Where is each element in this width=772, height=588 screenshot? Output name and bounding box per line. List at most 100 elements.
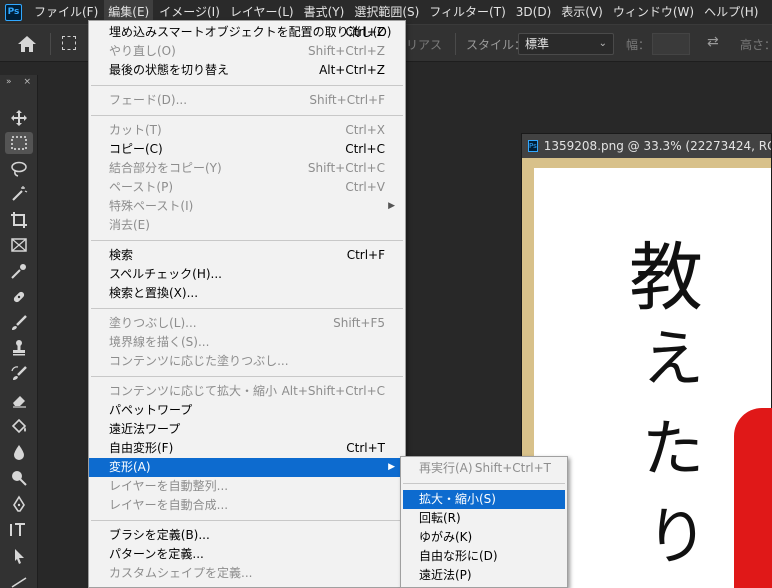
edit-menu-item[interactable]: 自由変形(F) Ctrl+T (89, 439, 405, 458)
edit-menu-item: 境界線を描く(S)... (89, 333, 405, 352)
move-tool-icon[interactable] (5, 107, 33, 129)
edit-menu-item[interactable]: 検索 Ctrl+F (89, 246, 405, 265)
menu-item-shortcut: Alt+Ctrl+Z (319, 63, 385, 77)
transform-menu-item[interactable]: 拡大・縮小(S) (403, 490, 565, 509)
eyedropper-tool-icon[interactable] (5, 260, 33, 282)
transform-menu-item[interactable]: 回転(R) (401, 509, 567, 528)
menu-separator (91, 85, 403, 86)
history-brush-tool-icon[interactable] (5, 363, 33, 385)
menu-item-label: 自由な形に(D) (419, 549, 498, 563)
document-tab[interactable]: Ps 1359208.png @ 33.3% (22273424, RGB/8)… (522, 134, 771, 158)
close-icon[interactable]: × (23, 75, 31, 89)
menu-item-label: スペルチェック(H)... (109, 267, 222, 281)
photoshop-logo: Ps (5, 3, 22, 21)
submenu-arrow-icon: ▶ (388, 462, 395, 472)
clone-stamp-tool-icon[interactable] (5, 337, 33, 359)
frame-tool-icon[interactable] (5, 234, 33, 256)
edit-menu-item: コンテンツに応じた塗りつぶし... (89, 352, 405, 371)
path-selection-tool-icon[interactable] (5, 545, 33, 567)
edit-menu-item[interactable]: スペルチェック(H)... (89, 265, 405, 284)
menu-10[interactable]: ウィンドウ(W) (609, 0, 698, 24)
style-select-value: 標準 (525, 37, 550, 51)
transform-menu-item[interactable]: 遠近法(P) (401, 566, 567, 585)
crop-tool-icon[interactable] (5, 209, 33, 231)
menu-separator (91, 115, 403, 116)
calligraphy-char-4: り (646, 500, 709, 573)
menu-item-label: やり直し(O) (109, 44, 176, 58)
menu-separator (91, 520, 403, 521)
edit-menu-item[interactable]: ブラシを定義(B)... (89, 526, 405, 545)
edit-menu-item[interactable]: 遠近法ワープ (89, 420, 405, 439)
image-canvas[interactable]: 教 え た り (534, 168, 772, 588)
menu-item-shortcut: Ctrl+Z (345, 25, 385, 39)
paint-bucket-tool-icon[interactable] (5, 415, 33, 437)
transform-submenu: 再実行(A) Shift+Ctrl+T 拡大・縮小(S) 回転(R) ゆがみ(K) 自由な… (400, 456, 568, 588)
menu-item-shortcut: Ctrl+C (345, 142, 385, 156)
menu-item-shortcut: Alt+Shift+Ctrl+C (281, 384, 385, 398)
menu-item-shortcut: Shift+Ctrl+T (474, 461, 551, 475)
menu-item-label: 特殊ペースト(I) (109, 199, 194, 213)
menu-item-label: 回転(R) (419, 511, 461, 525)
toolbox-header: » × (0, 75, 37, 89)
document-title: 1359208.png @ 33.3% (22273424, RGB/8) * (543, 139, 771, 153)
line-tool-icon[interactable] (5, 571, 33, 588)
edit-menu-item: 消去(E) (89, 216, 405, 235)
menu-8[interactable]: 3D(D) (512, 0, 555, 24)
menu-separator (91, 240, 403, 241)
submenu-arrow-icon: ▶ (388, 201, 395, 211)
width-field[interactable] (652, 33, 690, 55)
edit-menu-item: レイヤーを自動整列... (89, 477, 405, 496)
brush-tool-icon[interactable] (5, 312, 33, 334)
swap-icon[interactable]: ⇄ (707, 34, 719, 50)
menu-item-shortcut: Ctrl+F (346, 248, 385, 262)
menu-item-label: パペットワープ (109, 403, 193, 417)
transform-menu-item[interactable]: ゆがみ(K) (401, 528, 567, 547)
dodge-tool-icon[interactable] (5, 467, 33, 489)
menu-item-shortcut: Shift+Ctrl+Z (308, 44, 385, 58)
menu-item-label: 結合部分をコピー(Y) (109, 161, 222, 175)
menu-item-label: カット(T) (109, 123, 162, 137)
menu-item-shortcut: Shift+F5 (333, 316, 385, 330)
menu-item-label: 塗りつぶし(L)... (109, 316, 197, 330)
collapse-icon[interactable]: » (6, 75, 12, 89)
menu-9[interactable]: 表示(V) (557, 0, 607, 24)
menu-item-shortcut: Ctrl+X (345, 123, 385, 137)
menu-item-label: レイヤーを自動合成... (109, 498, 229, 512)
edit-menu-item[interactable]: パペットワープ (89, 401, 405, 420)
edit-menu-item: レイヤーを自動合成... (89, 496, 405, 515)
rectangular-marquee-tool-icon[interactable] (5, 132, 33, 154)
eraser-tool-icon[interactable] (5, 389, 33, 411)
menu-item-label: レイヤーを自動整列... (109, 479, 229, 493)
edit-menu-item[interactable]: 最後の状態を切り替え Alt+Ctrl+Z (89, 61, 405, 80)
menu-11[interactable]: ヘルプ(H) (700, 0, 762, 24)
edit-menu-item[interactable]: 変形(A) ▶ (89, 458, 405, 477)
menu-7[interactable]: フィルター(T) (425, 0, 509, 24)
calligraphy-char-2: え (642, 322, 705, 395)
width-label: 幅： (626, 38, 651, 52)
blur-tool-icon[interactable] (5, 441, 33, 463)
divider (50, 33, 51, 55)
menu-item-label: 検索 (109, 248, 134, 262)
menu-item-shortcut: Ctrl+T (346, 441, 385, 455)
menu-item-label: パターンを定義... (109, 547, 204, 561)
edit-menu-item[interactable]: 検索と置換(X)... (89, 284, 405, 303)
menu-item-label: コンテンツに応じて拡大・縮小 (109, 384, 278, 398)
menu-item-label: 遠近法(P) (419, 568, 472, 582)
height-label: 高さ： (740, 38, 772, 52)
style-label: スタイル： (466, 38, 527, 52)
edit-menu-item[interactable]: コピー(C) Ctrl+C (89, 140, 405, 159)
rectangular-marquee-icon[interactable] (62, 36, 76, 50)
type-tool-icon[interactable] (5, 519, 33, 541)
magic-wand-tool-icon[interactable] (5, 183, 33, 205)
home-icon[interactable] (16, 34, 38, 54)
edit-menu-item[interactable]: 埋め込みスマートオブジェクトを配置の取り消し(O) Ctrl+Z (89, 23, 405, 42)
healing-brush-tool-icon[interactable] (5, 286, 33, 308)
red-seal-stamp (734, 408, 772, 588)
edit-menu-item[interactable]: パターンを定義... (89, 545, 405, 564)
chevron-down-icon: ⌄ (598, 38, 607, 49)
menu-item-label: 拡大・縮小(S) (419, 492, 496, 506)
style-select[interactable]: 標準 ⌄ (518, 33, 614, 55)
transform-menu-item[interactable]: 自由な形に(D) (401, 547, 567, 566)
lasso-tool-icon[interactable] (5, 158, 33, 180)
pen-tool-icon[interactable] (5, 493, 33, 515)
